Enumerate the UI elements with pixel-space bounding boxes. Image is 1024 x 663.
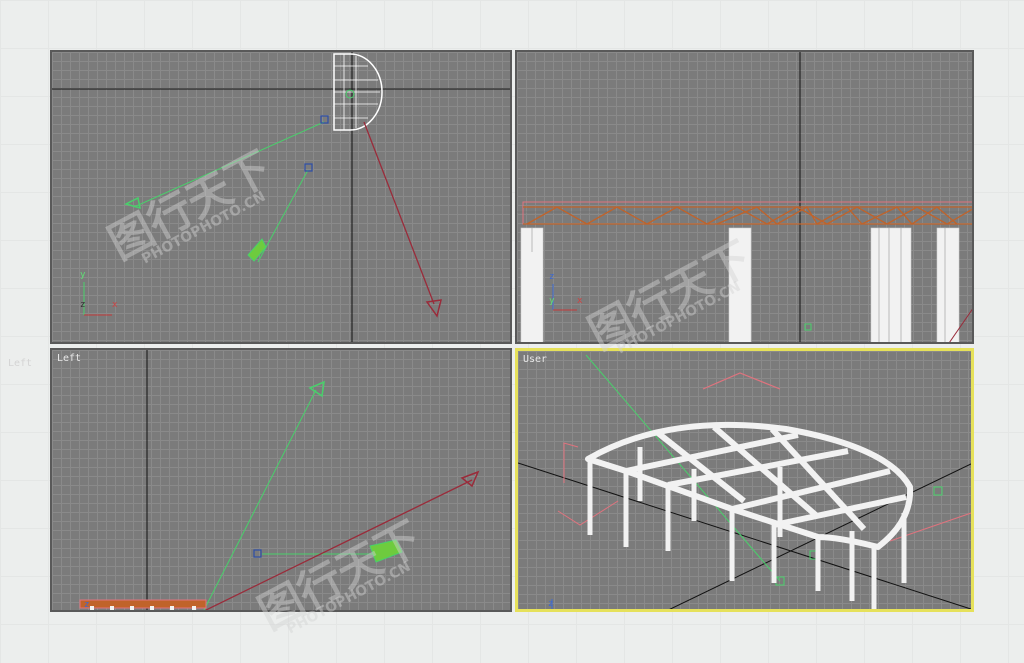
pivot-marker xyxy=(345,89,355,99)
outside-viewport-label: Left xyxy=(8,358,33,369)
light-direction-line xyxy=(363,121,435,305)
roof-truss xyxy=(523,206,972,225)
axis-tripod-front xyxy=(552,284,577,311)
camera-icon-2 xyxy=(247,238,267,262)
helper-top xyxy=(702,372,781,390)
camera-icon-1 xyxy=(123,196,141,210)
axis-x-label-top: x xyxy=(112,300,118,310)
helper-left xyxy=(563,442,579,483)
viewport-top[interactable]: y z x xyxy=(50,50,512,344)
viewport-front[interactable]: z y x xyxy=(515,50,974,344)
camera-target-line-1 xyxy=(133,121,325,208)
left-view-scene xyxy=(79,350,480,610)
front-view-scene xyxy=(517,52,972,342)
viewport-left[interactable]: Left z xyxy=(50,348,512,612)
viewport-user-perspective[interactable]: User z xyxy=(515,348,974,612)
axis-y-label-top: y xyxy=(80,270,86,280)
axis-z-label-left: z xyxy=(84,600,90,610)
camera-icon-left xyxy=(308,380,325,398)
axis-z-label-front: z xyxy=(549,272,555,282)
axis-z-label-persp: z xyxy=(548,599,554,609)
axis-z-label-top: z xyxy=(80,300,86,310)
light-line-left xyxy=(204,479,473,610)
camera-target-box-1 xyxy=(320,115,329,124)
top-view-scene xyxy=(52,52,510,342)
camera-target-box-2 xyxy=(304,163,313,172)
camera-target-left xyxy=(253,549,262,558)
camera-box-front xyxy=(804,323,812,331)
axis-x-label-front: x xyxy=(577,296,583,306)
front-columns xyxy=(520,227,960,342)
perspective-scene xyxy=(518,354,971,609)
roof-side xyxy=(79,599,207,609)
camera-box-persp-3 xyxy=(933,486,943,496)
camera-line-left xyxy=(203,389,317,610)
axis-tripod-top xyxy=(83,282,112,316)
axis-y-label-front: y xyxy=(549,296,555,306)
camera-icon-left-2 xyxy=(369,539,403,563)
pavilion-roof xyxy=(585,421,914,550)
